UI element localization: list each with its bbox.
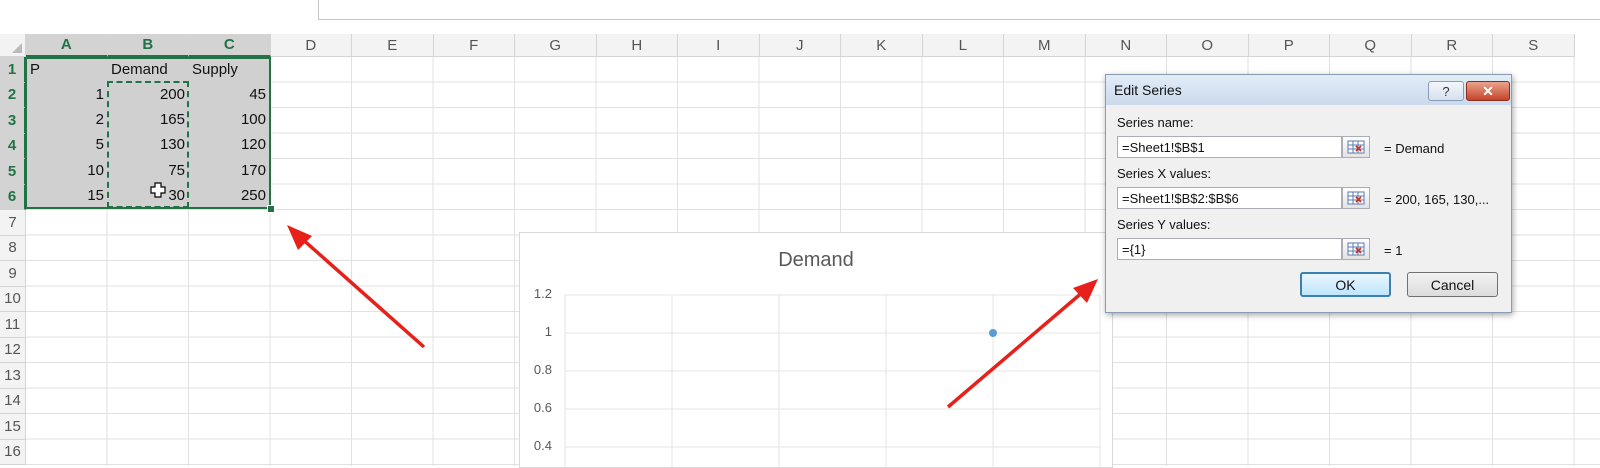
y-tick-label: 0.8 bbox=[533, 362, 552, 377]
row-header-13[interactable]: 13 bbox=[0, 363, 26, 389]
range-select-icon bbox=[1347, 140, 1365, 154]
y-tick-label: 0.6 bbox=[533, 400, 552, 415]
row-header-6[interactable]: 6 bbox=[0, 184, 26, 210]
row-header-10[interactable]: 10 bbox=[0, 286, 26, 312]
row-header-5[interactable]: 5 bbox=[0, 159, 26, 185]
column-header-i[interactable]: I bbox=[678, 34, 760, 57]
column-header-r[interactable]: R bbox=[1411, 34, 1493, 57]
column-header-n[interactable]: N bbox=[1085, 34, 1167, 57]
fill-handle[interactable] bbox=[267, 205, 275, 213]
column-header-k[interactable]: K bbox=[841, 34, 923, 57]
series-y-label: Series Y values: bbox=[1117, 217, 1211, 232]
column-header-c[interactable]: C bbox=[189, 34, 271, 57]
formula-input[interactable] bbox=[318, 0, 1600, 20]
column-header-p[interactable]: P bbox=[1248, 34, 1330, 57]
column-header-b[interactable]: B bbox=[107, 34, 189, 57]
series-x-input[interactable]: =Sheet1!$B$2:$B$6 bbox=[1117, 187, 1342, 209]
data-point[interactable] bbox=[989, 329, 997, 337]
copy-marquee bbox=[107, 81, 189, 208]
row-header-12[interactable]: 12 bbox=[0, 337, 26, 363]
row-header-4[interactable]: 4 bbox=[0, 133, 26, 159]
row-header-8[interactable]: 8 bbox=[0, 235, 26, 261]
row-header-1[interactable]: 1 bbox=[0, 57, 26, 83]
series-x-label: Series X values: bbox=[1117, 166, 1211, 181]
row-header-3[interactable]: 3 bbox=[0, 108, 26, 134]
row-header-14[interactable]: 14 bbox=[0, 388, 26, 414]
series-name-label: Series name: bbox=[1117, 115, 1194, 130]
column-header-s[interactable]: S bbox=[1493, 34, 1575, 57]
y-tick-label: 1 bbox=[544, 324, 552, 339]
formula-bar-area bbox=[0, 0, 1600, 34]
series-name-preview: = Demand bbox=[1384, 141, 1445, 156]
help-button[interactable]: ? bbox=[1428, 81, 1464, 101]
close-button[interactable]: ✕ bbox=[1466, 81, 1510, 101]
y-tick-label: 1.2 bbox=[533, 286, 552, 301]
series-x-range-button[interactable] bbox=[1342, 187, 1370, 209]
dialog-titlebar[interactable]: Edit Series ? ✕ bbox=[1106, 75, 1511, 105]
row-header-9[interactable]: 9 bbox=[0, 261, 26, 287]
column-header-m[interactable]: M bbox=[1004, 34, 1086, 57]
series-y-range-button[interactable] bbox=[1342, 238, 1370, 260]
y-tick-label: 0.4 bbox=[533, 438, 552, 453]
row-header-11[interactable]: 11 bbox=[0, 312, 26, 338]
select-all-corner[interactable] bbox=[0, 34, 26, 57]
ok-button[interactable]: OK bbox=[1300, 272, 1391, 297]
series-name-range-button[interactable] bbox=[1342, 136, 1370, 158]
column-header-a[interactable]: A bbox=[26, 34, 108, 57]
range-select-icon bbox=[1347, 191, 1365, 205]
row-header-7[interactable]: 7 bbox=[0, 210, 26, 236]
column-header-q[interactable]: Q bbox=[1330, 34, 1412, 57]
chart-plot-area[interactable] bbox=[520, 233, 1112, 467]
column-header-d[interactable]: D bbox=[270, 34, 352, 57]
edit-series-dialog[interactable]: Edit Series ? ✕ Series name: =Sheet1!$B$… bbox=[1105, 74, 1512, 313]
column-header-g[interactable]: G bbox=[515, 34, 597, 57]
column-header-j[interactable]: J bbox=[759, 34, 841, 57]
column-header-h[interactable]: H bbox=[596, 34, 678, 57]
range-select-icon bbox=[1347, 242, 1365, 256]
column-header-f[interactable]: F bbox=[433, 34, 515, 57]
dialog-title: Edit Series bbox=[1114, 82, 1182, 98]
row-header-15[interactable]: 15 bbox=[0, 414, 26, 440]
series-name-input[interactable]: =Sheet1!$B$1 bbox=[1117, 136, 1342, 158]
cancel-button[interactable]: Cancel bbox=[1407, 272, 1498, 297]
scatter-chart[interactable]: Demand 1.2 1 0.8 0.6 0.4 bbox=[519, 232, 1113, 468]
row-header-2[interactable]: 2 bbox=[0, 82, 26, 108]
series-y-input[interactable]: ={1} bbox=[1117, 238, 1342, 260]
cell-cursor-icon bbox=[150, 182, 166, 198]
row-header-16[interactable]: 16 bbox=[0, 439, 26, 465]
column-header-l[interactable]: L bbox=[922, 34, 1004, 57]
series-x-preview: = 200, 165, 130,... bbox=[1384, 192, 1490, 207]
series-y-preview: = 1 bbox=[1384, 243, 1403, 258]
column-header-o[interactable]: O bbox=[1167, 34, 1249, 57]
column-header-e[interactable]: E bbox=[352, 34, 434, 57]
